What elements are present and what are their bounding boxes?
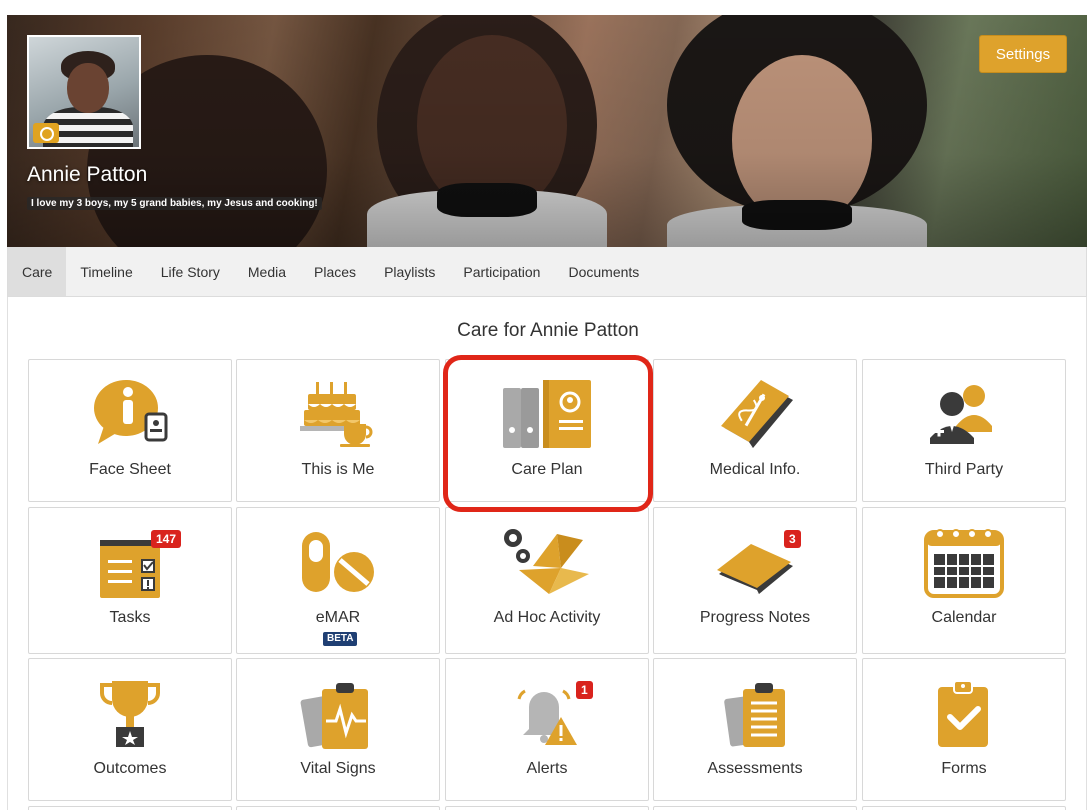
tasks-badge: 147	[151, 530, 182, 548]
tab-media[interactable]: Media	[234, 247, 300, 296]
tile-this-is-me[interactable]: This is Me	[236, 359, 440, 502]
info-bubble-icon	[29, 378, 231, 450]
tile-medical-info[interactable]: Medical Info.	[653, 359, 857, 502]
tile-emar[interactable]: eMAR BETA	[236, 507, 440, 654]
pills-icon	[237, 526, 439, 598]
profile-banner: Annie Patton I love my 3 boys, my 5 gran…	[7, 15, 1087, 247]
tile-label: Face Sheet	[89, 461, 171, 478]
tile-label: Calendar	[931, 609, 997, 626]
medical-book-icon	[654, 378, 856, 450]
profile-name: Annie Patton	[27, 163, 148, 186]
care-plan-highlight	[443, 355, 653, 512]
tile-label: Vital Signs	[300, 760, 376, 777]
calendar-icon	[863, 526, 1065, 598]
tile-progress-notes[interactable]: 3 Progress Notes	[653, 507, 857, 654]
tile-label: Third Party	[924, 461, 1004, 478]
tab-participation[interactable]: Participation	[449, 247, 554, 296]
tile-label: Ad Hoc Activity	[493, 609, 601, 626]
tile-partial	[862, 806, 1066, 810]
tile-label: Medical Info.	[709, 461, 801, 478]
clipboards-icon	[654, 677, 856, 749]
tile-third-party[interactable]: Third Party	[862, 359, 1066, 502]
tab-documents[interactable]: Documents	[554, 247, 653, 296]
tab-care[interactable]: Care	[8, 247, 67, 296]
tab-playlists[interactable]: Playlists	[370, 247, 449, 296]
people-icon	[863, 378, 1065, 450]
progress-notes-badge: 3	[784, 530, 801, 548]
tile-alerts[interactable]: 1 Alerts	[445, 658, 649, 801]
camera-icon[interactable]	[33, 123, 59, 143]
tile-calendar[interactable]: Calendar	[862, 507, 1066, 654]
profile-bio: I love my 3 boys, my 5 grand babies, my …	[27, 197, 322, 210]
tile-outcomes[interactable]: Outcomes	[28, 658, 232, 801]
checklist-form-icon	[863, 677, 1065, 749]
tile-label: Tasks	[109, 609, 151, 626]
tile-label: Assessments	[707, 760, 803, 777]
paper-crane-icon	[446, 526, 648, 598]
tile-vital-signs[interactable]: Vital Signs	[236, 658, 440, 801]
tile-face-sheet[interactable]: Face Sheet	[28, 359, 232, 502]
birthday-cake-icon	[237, 378, 439, 450]
bell-alert-icon	[446, 677, 648, 749]
tile-tasks[interactable]: 147 Tasks	[28, 507, 232, 654]
tile-partial	[445, 806, 649, 810]
vital-signs-icon	[237, 677, 439, 749]
tile-label: Progress Notes	[699, 609, 811, 626]
tile-partial	[653, 806, 857, 810]
tile-ad-hoc-activity[interactable]: Ad Hoc Activity	[445, 507, 649, 654]
tile-label: Forms	[941, 760, 987, 777]
beta-badge: BETA	[323, 632, 358, 646]
tile-label: eMAR	[315, 609, 361, 626]
alerts-badge: 1	[576, 681, 593, 699]
tab-life-story[interactable]: Life Story	[147, 247, 234, 296]
tile-assessments[interactable]: Assessments	[653, 658, 857, 801]
notepad-icon	[654, 526, 856, 598]
tile-forms[interactable]: Forms	[862, 658, 1066, 801]
tile-label: Outcomes	[93, 760, 167, 777]
profile-tabs: Care Timeline Life Story Media Places Pl…	[7, 247, 1087, 297]
tile-partial	[236, 806, 440, 810]
task-board-icon	[29, 526, 231, 598]
trophy-icon	[29, 677, 231, 749]
care-title: Care for Annie Patton	[457, 320, 639, 341]
profile-avatar[interactable]	[27, 35, 141, 149]
tab-timeline[interactable]: Timeline	[66, 247, 146, 296]
tile-partial	[28, 806, 232, 810]
tile-label: Alerts	[526, 760, 568, 777]
tile-label: This is Me	[301, 461, 375, 478]
tab-places[interactable]: Places	[300, 247, 370, 296]
settings-button[interactable]: Settings	[979, 35, 1067, 73]
